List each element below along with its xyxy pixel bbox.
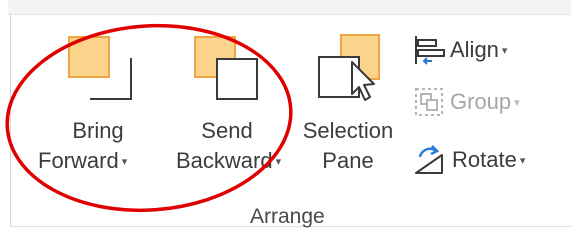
chevron-down-icon: ▾ [501, 44, 508, 57]
align-label: Align [450, 37, 499, 62]
selection-pane-icon [318, 34, 388, 106]
send-backward-icon [194, 36, 260, 102]
group-icon [415, 88, 443, 116]
rotate-icon [415, 145, 443, 174]
chevron-down-icon: ▾ [519, 154, 526, 167]
chevron-down-icon: ▾ [514, 96, 520, 109]
selection-pane-label-1: Selection [302, 118, 394, 143]
align-button[interactable]: Align ▾ [412, 32, 507, 68]
rotate-label: Rotate [452, 147, 517, 172]
group-title: Arrange [250, 205, 325, 228]
group-separator [10, 14, 11, 226]
chevron-down-icon[interactable]: ▾ [122, 156, 128, 168]
send-backward-label-2: Backward [176, 148, 273, 173]
bring-forward-label-2: Forward [38, 148, 119, 173]
bring-forward-label-1: Bring [72, 118, 124, 143]
rotate-button[interactable]: Rotate ▾ [412, 142, 525, 178]
send-backward-label-1: Send [201, 118, 253, 143]
align-icon [415, 36, 445, 65]
selection-pane-label-2: Pane [322, 148, 374, 173]
group-label: Group [450, 89, 512, 114]
chevron-down-icon[interactable]: ▾ [276, 156, 282, 168]
ribbon-top-edge [8, 0, 571, 15]
bring-forward-icon [68, 36, 134, 102]
group-button[interactable]: Group ▾ [412, 84, 520, 120]
